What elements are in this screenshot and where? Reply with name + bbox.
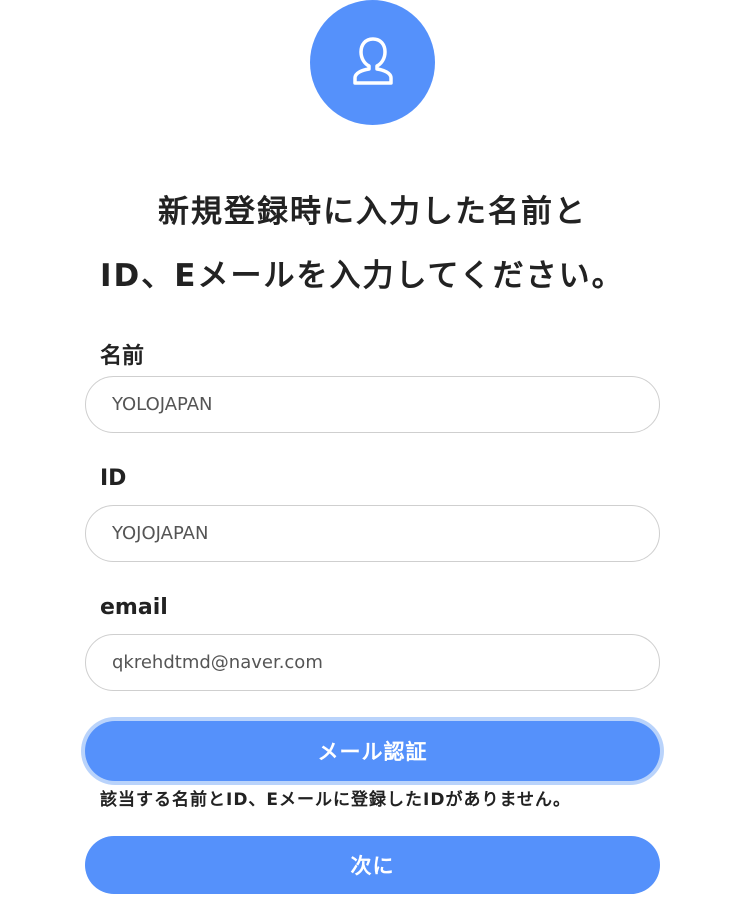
name-label: 名前 <box>100 344 145 369</box>
profile-avatar <box>310 0 435 125</box>
name-input[interactable] <box>85 376 660 433</box>
next-button[interactable]: 次に <box>85 836 660 894</box>
id-input[interactable] <box>85 505 660 562</box>
user-icon <box>345 33 401 93</box>
email-label: email <box>100 595 168 620</box>
id-label: ID <box>100 466 127 491</box>
error-message: 該当する名前とID、Eメールに登録したIDがありません。 <box>100 790 571 810</box>
email-verify-button[interactable]: メール認証 <box>85 721 660 781</box>
email-input[interactable] <box>85 634 660 691</box>
heading-line-2: ID、Eメールを入力してください。 <box>100 258 625 294</box>
heading-line-1: 新規登録時に入力した名前と <box>158 194 587 230</box>
page-heading: 新規登録時に入力した名前と ID、Eメールを入力してください。 <box>85 180 660 308</box>
